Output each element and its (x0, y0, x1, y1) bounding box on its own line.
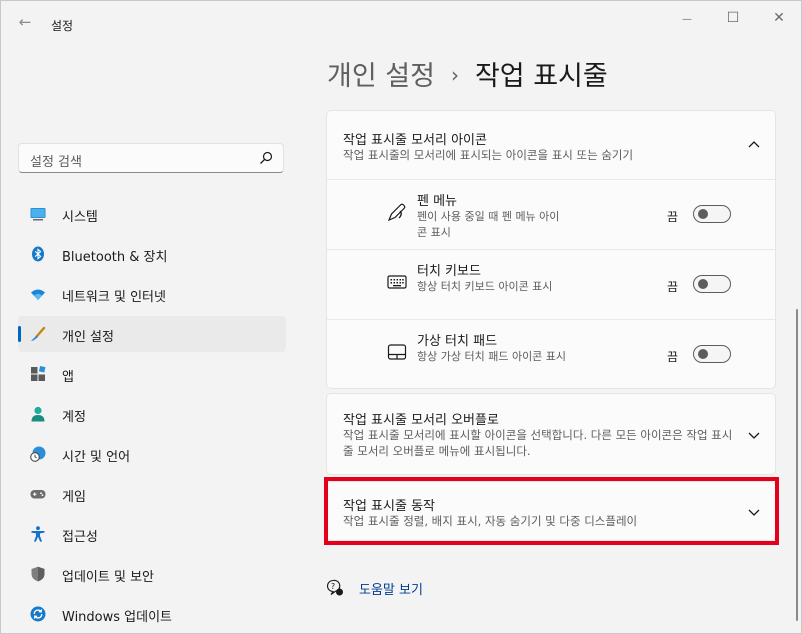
sidebar-item-accounts[interactable]: 계정 (18, 396, 286, 432)
sidebar-item-windows-update[interactable]: Windows 업데이트 (18, 596, 286, 632)
globe-clock-icon (30, 446, 46, 462)
sync-icon (30, 606, 46, 622)
row-description: 항상 가상 터치 패드 아이콘 표시 (417, 350, 567, 363)
card-title: 작업 표시줄 모서리 아이콘 (343, 133, 487, 148)
toggle-knob (698, 279, 708, 289)
maximize-button[interactable]: ☐ (718, 8, 748, 28)
row-title: 가상 터치 패드 (417, 334, 498, 349)
sidebar-item-system[interactable]: 시스템 (18, 196, 286, 232)
row-description: 펜이 사용 중일 때 펜 메뉴 아이콘 표시 (417, 210, 560, 239)
person-icon (31, 406, 45, 422)
minimize-button[interactable]: — (672, 8, 702, 28)
sidebar-item-network[interactable]: 네트워크 및 인터넷 (18, 276, 286, 312)
monitor-icon (30, 208, 46, 221)
sidebar-item-accessibility[interactable]: 접근성 (18, 516, 286, 552)
breadcrumb-separator: › (450, 63, 459, 87)
page-title: 작업 표시줄 (474, 61, 608, 92)
pen-menu-row: 펜 메뉴 펜이 사용 중일 때 펜 메뉴 아이콘 표시 끔 (327, 179, 775, 250)
toggle-state-label: 끔 (667, 280, 679, 294)
toggle-knob (698, 209, 708, 219)
maximize-icon: ☐ (726, 10, 740, 26)
minimize-icon: — (682, 14, 692, 25)
sidebar-item-label: 접근성 (62, 530, 98, 545)
row-title: 터치 키보드 (417, 264, 481, 279)
bluetooth-icon (32, 246, 44, 262)
svg-text:?: ? (331, 582, 335, 591)
corner-overflow-card[interactable]: 작업 표시줄 모서리 오버플로 작업 표시줄 모서리에 표시할 아이콘을 선택합… (326, 393, 776, 475)
breadcrumb: 개인 설정 › 작업 표시줄 (327, 54, 608, 93)
card-description: 작업 표시줄 정렬, 배지 표시, 자동 숨기기 및 다중 디스플레이 (343, 514, 638, 528)
corner-icons-card: 작업 표시줄 모서리 아이콘 작업 표시줄의 모서리에 표시되는 아이콘을 표시… (326, 110, 776, 389)
search-input[interactable]: 설정 검색 (18, 143, 284, 173)
touch-keyboard-toggle[interactable] (693, 275, 731, 293)
accessibility-icon (31, 526, 45, 542)
sidebar-item-bluetooth[interactable]: Bluetooth & 장치 (18, 236, 286, 272)
scrollbar[interactable] (796, 309, 798, 621)
touch-keyboard-row: 터치 키보드 항상 터치 키보드 아이콘 표시 끔 (327, 249, 775, 320)
toggle-state-label: 끔 (667, 350, 679, 364)
chevron-up-icon (748, 141, 760, 148)
back-arrow-icon: ← (18, 13, 32, 31)
pen-icon (387, 203, 406, 222)
gamepad-icon (30, 490, 46, 499)
sidebar-item-personalization[interactable]: 개인 설정 (18, 316, 286, 352)
sidebar-item-label: 앱 (62, 370, 74, 385)
shield-icon (31, 566, 45, 582)
search-icon (260, 151, 273, 164)
sidebar-item-label: Windows 업데이트 (62, 610, 173, 625)
sidebar-item-label: 시간 및 언어 (62, 450, 131, 465)
card-description: 작업 표시줄의 모서리에 표시되는 아이콘을 표시 또는 숨기기 (343, 148, 634, 162)
sidebar-item-time-language[interactable]: 시간 및 언어 (18, 436, 286, 472)
sidebar-item-label: 업데이트 및 보안 (62, 570, 154, 585)
sidebar-item-update-security[interactable]: 업데이트 및 보안 (18, 556, 286, 592)
close-icon: ✕ (773, 10, 785, 26)
close-button[interactable]: ✕ (764, 8, 794, 28)
search-placeholder: 설정 검색 (30, 155, 82, 170)
card-title: 작업 표시줄 모서리 오버플로 (343, 413, 499, 428)
back-button[interactable]: ← (13, 11, 37, 33)
touchpad-icon (387, 344, 407, 360)
app-title: 설정 (51, 19, 74, 33)
sidebar-item-label: 네트워크 및 인터넷 (62, 290, 166, 305)
sidebar-item-label: 계정 (62, 410, 86, 425)
pen-menu-toggle[interactable] (693, 205, 731, 223)
sidebar-item-label: Bluetooth & 장치 (62, 250, 168, 265)
sidebar-nav: 시스템 Bluetooth & 장치 네트워크 및 인터넷 개인 설정 앱 계정… (18, 196, 286, 633)
taskbar-behavior-card[interactable]: 작업 표시줄 동작 작업 표시줄 정렬, 배지 표시, 자동 숨기기 및 다중 … (326, 481, 776, 541)
help-icon: ? (327, 579, 343, 596)
corner-icons-header[interactable]: 작업 표시줄 모서리 아이콘 작업 표시줄의 모서리에 표시되는 아이콘을 표시… (327, 111, 775, 179)
settings-window: ← 설정 — ☐ ✕ 설정 검색 시스템 Bluetooth & 장치 네트워크… (0, 0, 802, 634)
apps-icon (31, 366, 46, 381)
virtual-touchpad-toggle[interactable] (693, 345, 731, 363)
brush-icon (31, 326, 46, 341)
chevron-down-icon (748, 509, 760, 516)
keyboard-icon (387, 275, 407, 289)
card-description: 작업 표시줄 모서리에 표시할 아이콘을 선택합니다. 다른 모든 아이콘은 작… (343, 428, 733, 458)
breadcrumb-parent[interactable]: 개인 설정 (327, 61, 435, 92)
sidebar-item-label: 개인 설정 (62, 330, 114, 345)
sidebar-item-gaming[interactable]: 게임 (18, 476, 286, 512)
toggle-knob (698, 349, 708, 359)
virtual-touchpad-row: 가상 터치 패드 항상 가상 터치 패드 아이콘 표시 끔 (327, 319, 775, 390)
card-title: 작업 표시줄 동작 (343, 499, 435, 514)
toggle-state-label: 끔 (667, 210, 679, 224)
wifi-icon (31, 289, 45, 300)
row-description: 항상 터치 키보드 아이콘 표시 (417, 280, 553, 293)
title-bar: ← 설정 — ☐ ✕ (1, 1, 801, 41)
row-title: 펜 메뉴 (417, 194, 458, 209)
sidebar-item-apps[interactable]: 앱 (18, 356, 286, 392)
sidebar-item-label: 게임 (62, 490, 86, 505)
chevron-down-icon (748, 432, 760, 439)
sidebar-item-label: 시스템 (62, 210, 98, 225)
help-label: 도움말 보기 (359, 583, 423, 598)
